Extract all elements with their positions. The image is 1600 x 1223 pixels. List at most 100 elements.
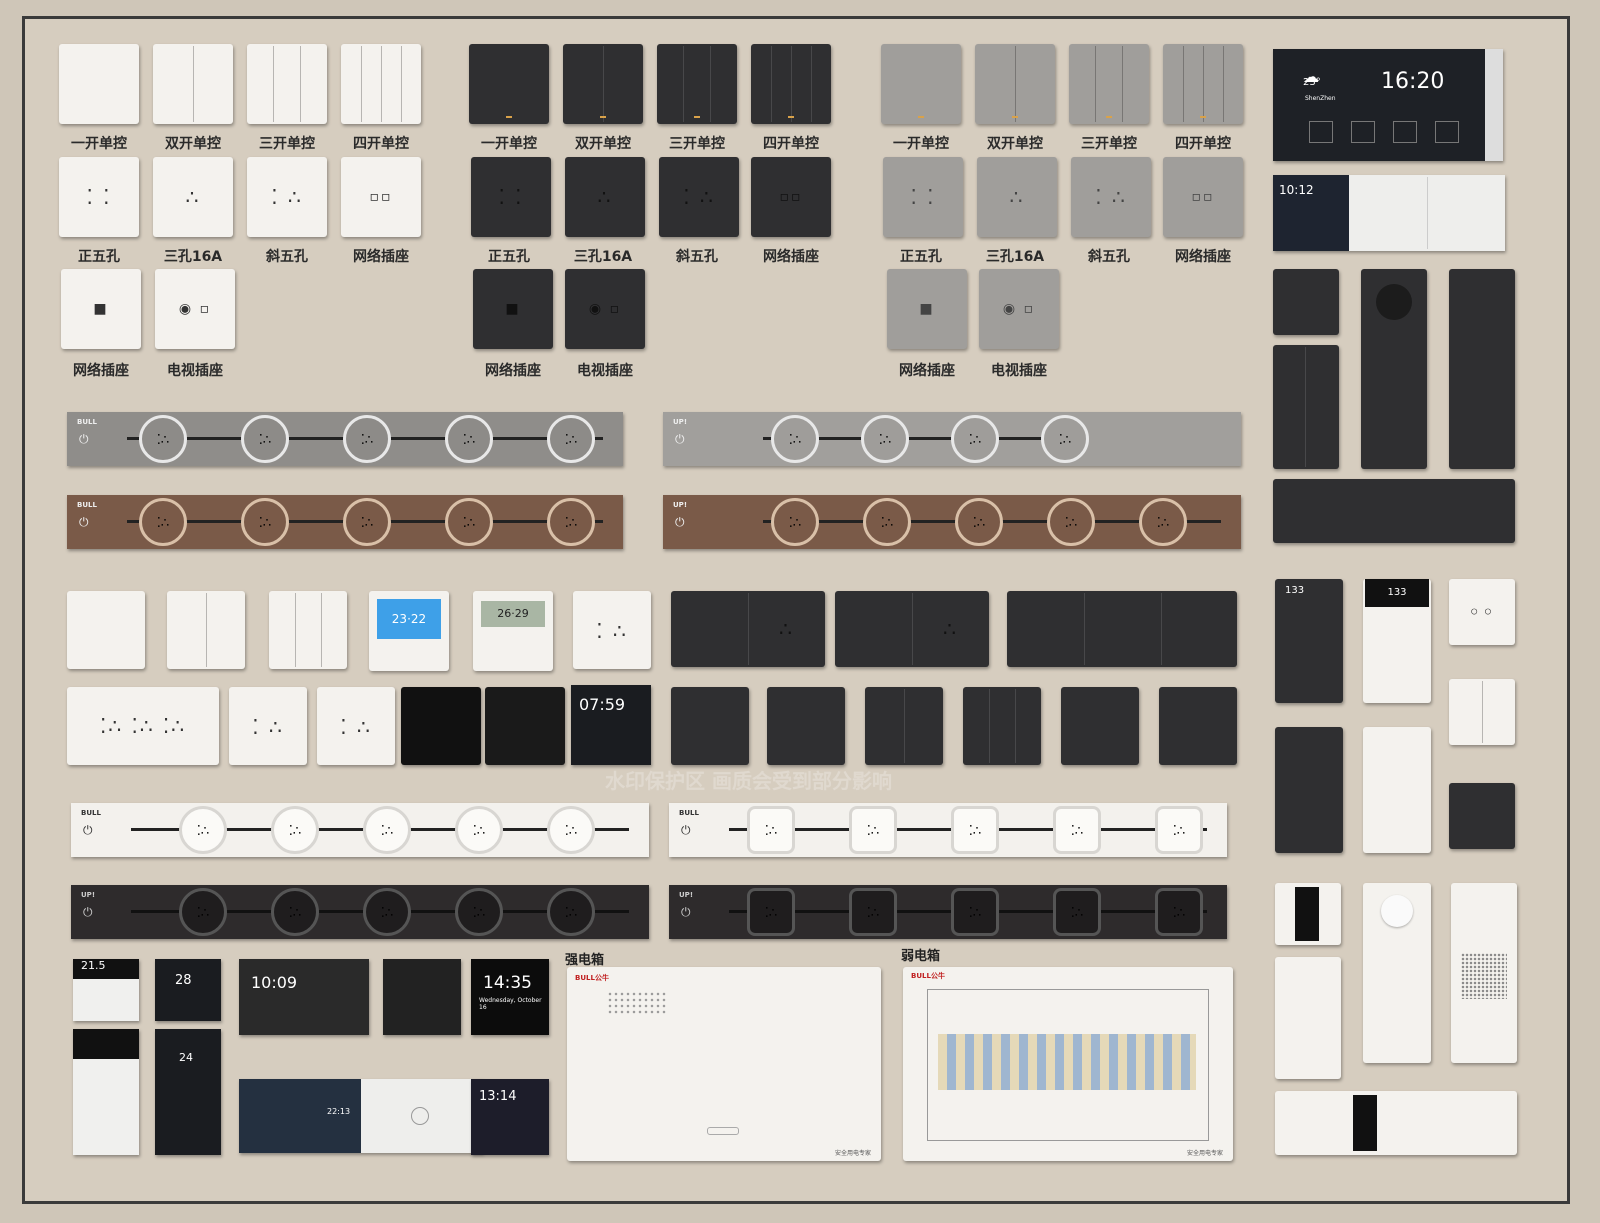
bottom-panel-4-date: Wednesday, October 16 (479, 997, 542, 1011)
power-icon[interactable]: ⏻ (675, 432, 685, 447)
track-outlet[interactable]: ⁚∴ (771, 415, 819, 463)
track-outlet[interactable]: ⁚∴ (363, 806, 411, 854)
track-outlet[interactable]: ⁚∴ (445, 415, 493, 463)
track-outlet[interactable]: ⁚∴ (747, 806, 795, 854)
mini-screen: 10:12 (1273, 175, 1349, 251)
power-icon[interactable]: ⏻ (79, 432, 89, 447)
track-outlet[interactable]: ⁚∴ (179, 806, 227, 854)
box-handle[interactable] (707, 1127, 739, 1135)
black-dimmer-socket-combo (1361, 269, 1427, 469)
black-three-hole-socket: ∴ (565, 157, 645, 237)
track-outlet[interactable]: ⁚∴ (271, 806, 319, 854)
track-outlet[interactable]: ⁚∴ (863, 498, 911, 546)
track-outlet[interactable]: ⁚∴ (1155, 888, 1203, 936)
clock-panel-time: 07:59 (579, 695, 626, 714)
white-smart-display-small (1275, 883, 1341, 945)
thermo-temp-3: 26 (497, 607, 512, 620)
white-angled-five-hole-socket: ⁚ ∴ (247, 157, 327, 237)
power-icon[interactable]: ⏻ (681, 823, 691, 838)
track-outlet[interactable]: ⁚∴ (139, 498, 187, 546)
track-model: UP! (81, 891, 96, 899)
scene-buttons (1309, 121, 1459, 145)
track-outlet[interactable]: ⁚∴ (455, 806, 503, 854)
label-white-2: 双开单控 (165, 136, 221, 152)
white-triple-socket: ⁚∴ ⁚∴ ⁚∴ (67, 687, 219, 765)
label-gray-9: 网络插座 (899, 363, 955, 379)
bottom-panel-5-temp: 24 (179, 1051, 193, 1064)
track-outlet[interactable]: ⁚∴ (445, 498, 493, 546)
white-speaker-keypad (1451, 883, 1517, 1063)
touch-ring[interactable] (411, 1107, 429, 1125)
white-three-gang-switch (247, 44, 327, 124)
track-outlet[interactable]: ⁚∴ (241, 415, 289, 463)
track-outlet[interactable]: ⁚∴ (455, 888, 503, 936)
knob-display-1: 133 (1285, 585, 1305, 596)
track-outlet[interactable]: ⁚∴ (955, 498, 1003, 546)
white-dimmer-knob[interactable] (1381, 895, 1413, 927)
white-socket-a: ⁚ ∴ (229, 687, 307, 765)
track-socket-brown-2: UP! ⏻ ⁚∴ ⁚∴ ⁚∴ ⁚∴ ⁚∴ (663, 495, 1241, 549)
power-icon[interactable]: ⏻ (83, 823, 93, 838)
track-outlet[interactable]: ⁚∴ (547, 415, 595, 463)
track-outlet[interactable]: ⁚∴ (951, 806, 999, 854)
track-outlet[interactable]: ⁚∴ (849, 806, 897, 854)
track-outlet[interactable]: ⁚∴ (343, 415, 391, 463)
track-outlet[interactable]: ⁚∴ (547, 888, 595, 936)
track-outlet[interactable]: ⁚∴ (771, 498, 819, 546)
label-white-1: 一开单控 (71, 136, 127, 152)
power-icon[interactable]: ⏻ (681, 905, 691, 920)
track-outlet[interactable]: ⁚∴ (861, 415, 909, 463)
scene-button-1[interactable] (1309, 121, 1333, 143)
label-gray-10: 电视插座 (991, 363, 1047, 379)
black-plate-4 (963, 687, 1041, 765)
bottom-panel-6: 22:13 (239, 1079, 483, 1153)
track-outlet[interactable]: ⁚∴ (1053, 806, 1101, 854)
track-outlet[interactable]: ⁚∴ (547, 806, 595, 854)
gray-five-hole-socket: ⁚ ⁚ (883, 157, 963, 237)
thermostat-lcd-screen: 26·29 (481, 601, 545, 627)
track-model: UP! (679, 891, 694, 899)
black-knob-display-panel: 133 (1275, 579, 1343, 703)
scene-button-4[interactable] (1435, 121, 1459, 143)
track-outlet[interactable]: ⁚∴ (951, 888, 999, 936)
breaker-row (938, 1034, 1196, 1090)
track-brand: BULL (81, 809, 101, 817)
track-outlet[interactable]: ⁚∴ (547, 498, 595, 546)
track-outlet[interactable]: ⁚∴ (1047, 498, 1095, 546)
track-outlet[interactable]: ⁚∴ (951, 415, 999, 463)
track-outlet[interactable]: ⁚∴ (1155, 806, 1203, 854)
track-outlet[interactable]: ⁚∴ (1041, 415, 1089, 463)
track-outlet[interactable]: ⁚∴ (363, 888, 411, 936)
track-outlet[interactable]: ⁚∴ (747, 888, 795, 936)
black-two-gang-switch (563, 44, 643, 124)
white-five-hole-socket: ⁚ ⁚ (59, 157, 139, 237)
black-plate-6 (1159, 687, 1237, 765)
clock-time: 16:20 (1381, 69, 1445, 94)
track-outlet[interactable]: ⁚∴ (139, 415, 187, 463)
clock-touch-panel: 07:59 (571, 685, 651, 765)
black-network-port: ■ (473, 269, 553, 349)
power-icon[interactable]: ⏻ (675, 515, 685, 530)
label-black-7: 斜五孔 (676, 249, 718, 265)
track-outlet[interactable]: ⁚∴ (1139, 498, 1187, 546)
white-dimmer-socket-combo (1363, 883, 1431, 1063)
gray-network-socket: ▫▫ (1163, 157, 1243, 237)
track-outlet[interactable]: ⁚∴ (179, 888, 227, 936)
gray-three-gang-switch (1069, 44, 1149, 124)
bottom-panel-3: 10:09 (239, 959, 369, 1035)
track-outlet[interactable]: ⁚∴ (1053, 888, 1101, 936)
track-outlet[interactable]: ⁚∴ (271, 888, 319, 936)
scene-button-3[interactable] (1393, 121, 1417, 143)
track-outlet[interactable]: ⁚∴ (241, 498, 289, 546)
power-icon[interactable]: ⏻ (79, 515, 89, 530)
black-plate-2 (767, 687, 845, 765)
label-gray-8: 网络插座 (1175, 249, 1231, 265)
power-icon[interactable]: ⏻ (83, 905, 93, 920)
track-outlet[interactable]: ⁚∴ (343, 498, 391, 546)
track-outlet[interactable]: ⁚∴ (849, 888, 897, 936)
white-switch-3 (269, 591, 347, 669)
scene-button-2[interactable] (1351, 121, 1375, 143)
vent-grille (607, 991, 667, 1015)
dimmer-knob[interactable] (1376, 284, 1412, 320)
label-white-8: 网络插座 (353, 249, 409, 265)
